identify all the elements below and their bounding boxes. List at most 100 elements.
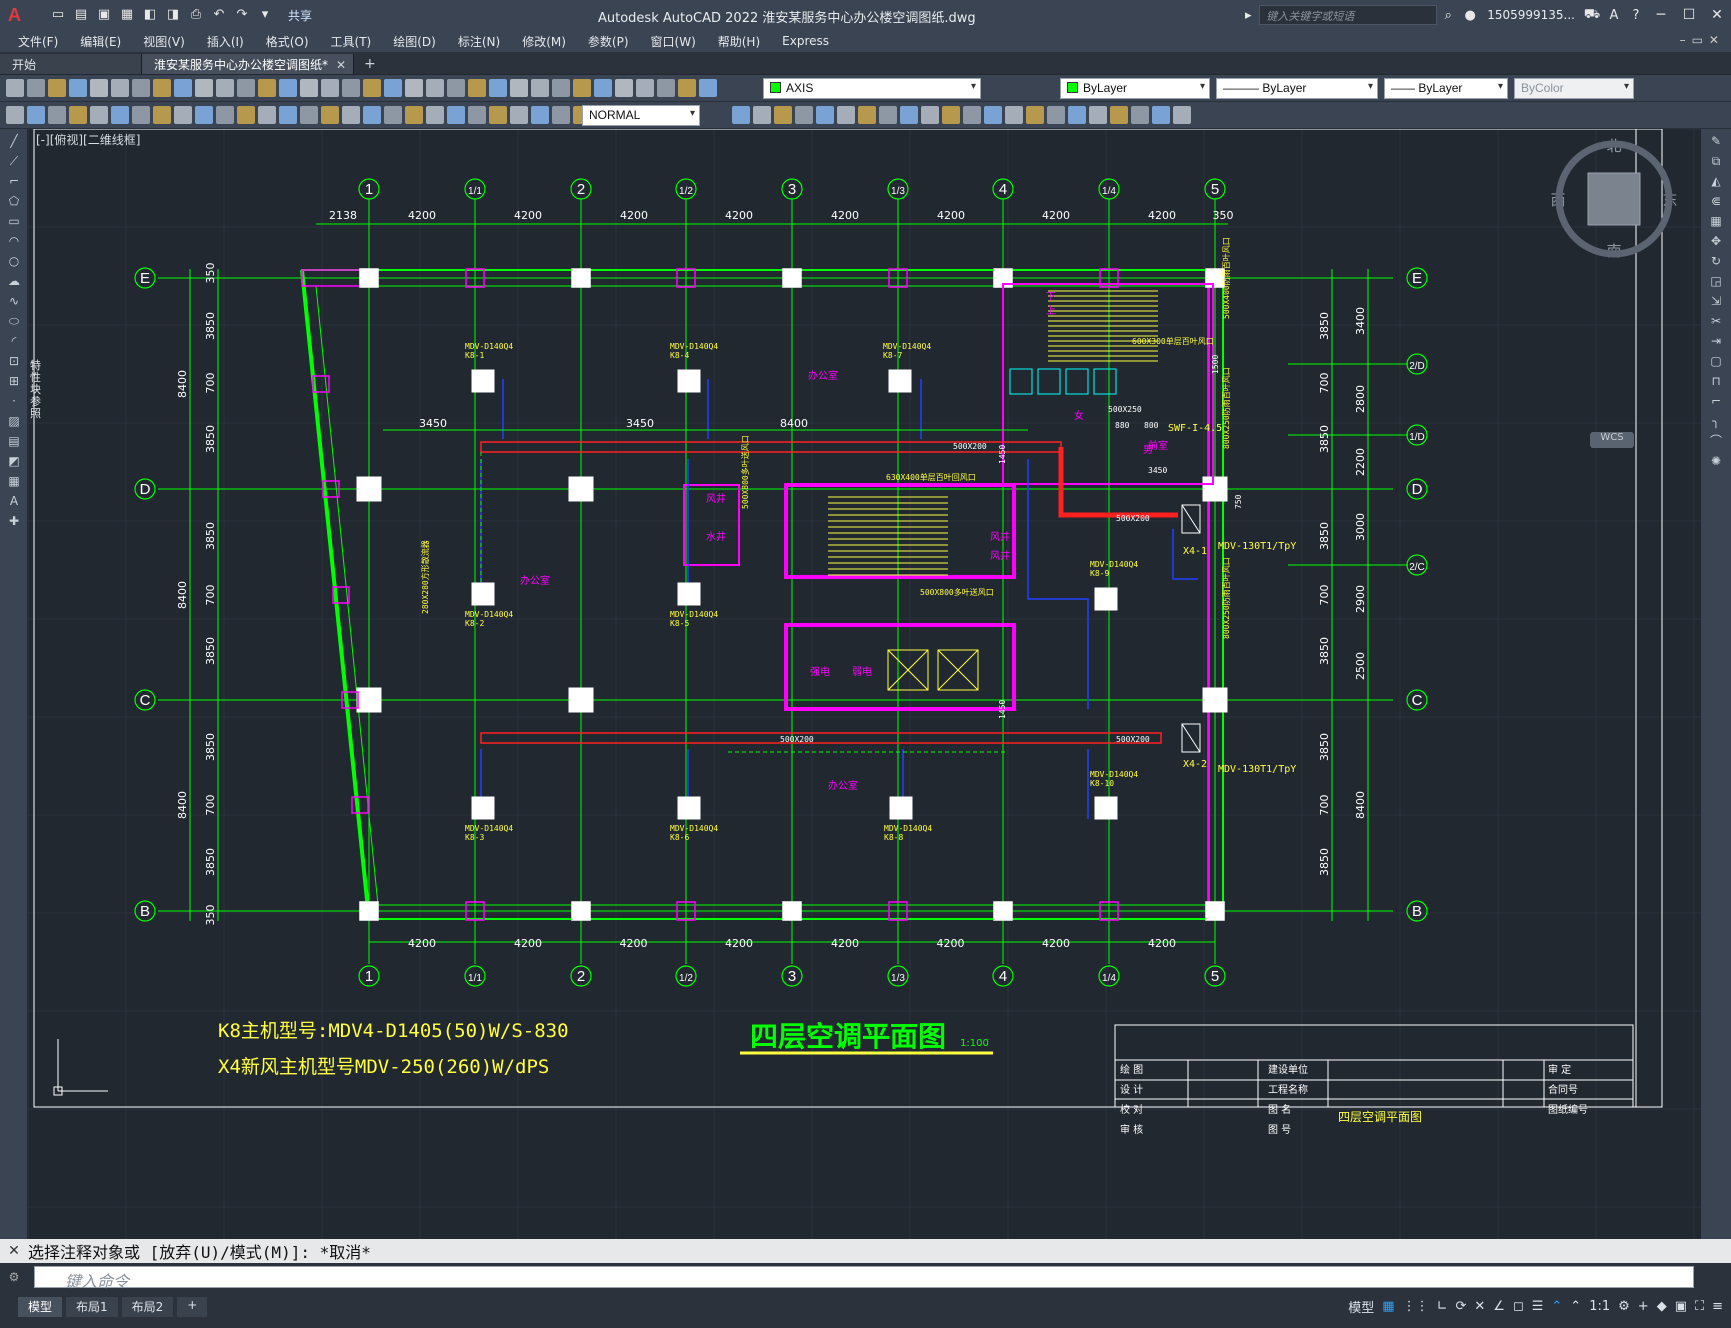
toolbar-tool-icon[interactable]: [531, 79, 549, 97]
toolbar-tool-icon[interactable]: [279, 106, 297, 124]
rotate-icon[interactable]: ↻: [1707, 253, 1725, 269]
close-command-icon[interactable]: ✕: [0, 1243, 28, 1259]
print-icon[interactable]: ⎙: [186, 5, 206, 25]
toolbar-tool-icon[interactable]: [447, 79, 465, 97]
annotation-visibility-icon[interactable]: ⌃: [1551, 1299, 1562, 1314]
model-space-toggle[interactable]: 模型: [1348, 1297, 1374, 1316]
toolbar-tool-icon[interactable]: [837, 106, 855, 124]
plotstyle-dropdown[interactable]: ByColor ▾: [1514, 78, 1634, 99]
close-icon[interactable]: ✕: [1703, 7, 1731, 23]
add-selected-icon[interactable]: ✚: [5, 513, 23, 529]
app-store-icon[interactable]: A: [1603, 8, 1625, 23]
extend-icon[interactable]: ⇥: [1707, 333, 1725, 349]
autocad-logo[interactable]: A: [8, 4, 30, 26]
toolbar-tool-icon[interactable]: [1005, 106, 1023, 124]
toolbar-tool-icon[interactable]: [1047, 106, 1065, 124]
osnap-tracking-icon[interactable]: ∠: [1493, 1299, 1505, 1314]
viewcube-face[interactable]: [1587, 172, 1641, 226]
customize-icon[interactable]: ⚙: [0, 1270, 28, 1284]
text-style-dropdown[interactable]: NORMAL ▾: [582, 105, 700, 126]
toolbar-tool-icon[interactable]: [816, 106, 834, 124]
toolbar-tool-icon[interactable]: [300, 106, 318, 124]
redo-icon[interactable]: ↷: [232, 5, 252, 25]
point-icon[interactable]: ·: [5, 393, 23, 409]
user-icon[interactable]: ●: [1459, 8, 1481, 23]
new-icon[interactable]: ▭: [48, 5, 68, 25]
drawing-window-controls[interactable]: –▭✕: [1680, 33, 1725, 47]
layout-tab-2[interactable]: 布局2: [121, 1297, 174, 1317]
ortho-icon[interactable]: ∟: [1437, 1299, 1448, 1314]
toolbar-tool-icon[interactable]: [174, 79, 192, 97]
osnap-icon[interactable]: ◻: [1513, 1299, 1524, 1314]
erase-icon[interactable]: ✎: [1707, 133, 1725, 149]
toolbar-tool-icon[interactable]: [468, 106, 486, 124]
help-search-input[interactable]: 键入关键字或短语: [1259, 5, 1438, 25]
toolbar-tool-icon[interactable]: [963, 106, 981, 124]
toolbar-tool-icon[interactable]: [531, 106, 549, 124]
hatch-icon[interactable]: ▨: [5, 413, 23, 429]
spline-icon[interactable]: ∿: [5, 293, 23, 309]
explode-icon[interactable]: ✺: [1707, 453, 1725, 469]
viewcube[interactable]: [1555, 140, 1673, 258]
toolbar-tool-icon[interactable]: [279, 79, 297, 97]
grid-icon[interactable]: ▦: [1382, 1299, 1394, 1314]
drawing-canvas[interactable]: 1 1 1/1 1/1 2 2 1/2 1/2 3 3 1/3 1/3 4 4 1/4 1/4 5 5 E E D D C C…: [28, 129, 1701, 1239]
toolbar-tool-icon[interactable]: [174, 106, 192, 124]
make-block-icon[interactable]: ⊞: [5, 373, 23, 389]
toolbar-tool-icon[interactable]: [921, 106, 939, 124]
menu-modify[interactable]: 修改(M): [522, 33, 566, 50]
toolbar-tool-icon[interactable]: [69, 106, 87, 124]
tab-drawing[interactable]: 淮安某服务中心办公楼空调图纸* ✕: [142, 54, 354, 74]
toolbar-tool-icon[interactable]: [426, 106, 444, 124]
insert-block-icon[interactable]: ⊡: [5, 353, 23, 369]
toolbar-tool-icon[interactable]: [258, 106, 276, 124]
customization-icon[interactable]: ≡: [1712, 1299, 1723, 1314]
auto-scale-icon[interactable]: ⌃: [1570, 1299, 1581, 1314]
toolbar-tool-icon[interactable]: [342, 79, 360, 97]
mtext-icon[interactable]: A: [5, 493, 23, 509]
array-icon[interactable]: ▦: [1707, 213, 1725, 229]
add-layout-icon[interactable]: +: [177, 1297, 208, 1317]
layer-dropdown[interactable]: AXIS ▾: [763, 78, 981, 99]
toolbar-tool-icon[interactable]: [48, 79, 66, 97]
menu-parametric[interactable]: 参数(P): [588, 33, 629, 50]
toolbar-tool-icon[interactable]: [384, 79, 402, 97]
toolbar-tool-icon[interactable]: [1089, 106, 1107, 124]
construction-line-icon[interactable]: ⟋: [5, 153, 23, 169]
menu-express[interactable]: Express: [782, 34, 829, 48]
toolbar-tool-icon[interactable]: [300, 79, 318, 97]
viewport-controls[interactable]: [-][俯视][二维线框]: [36, 131, 140, 148]
toolbar-tool-icon[interactable]: [678, 79, 696, 97]
linetype-dropdown[interactable]: ——— ByLayer ▾: [1216, 78, 1378, 99]
toolbar-tool-icon[interactable]: [795, 106, 813, 124]
maximize-icon[interactable]: ☐: [1675, 7, 1703, 23]
toolbar-tool-icon[interactable]: [942, 106, 960, 124]
lineweight-dropdown[interactable]: —— ByLayer ▾: [1384, 78, 1508, 99]
toolbar-tool-icon[interactable]: [510, 79, 528, 97]
toolbar-tool-icon[interactable]: [657, 79, 675, 97]
toolbar-tool-icon[interactable]: [363, 106, 381, 124]
fillet-icon[interactable]: ╮: [1707, 413, 1725, 429]
toolbar-tool-icon[interactable]: [1026, 106, 1044, 124]
toolbar-tool-icon[interactable]: [552, 106, 570, 124]
toolbar-tool-icon[interactable]: [111, 106, 129, 124]
toolbar-tool-icon[interactable]: [858, 106, 876, 124]
menu-view[interactable]: 视图(V): [143, 33, 185, 50]
toolbar-tool-icon[interactable]: [552, 79, 570, 97]
open-icon[interactable]: ▤: [71, 5, 91, 25]
toolbar-tool-icon[interactable]: [153, 79, 171, 97]
blend-icon[interactable]: ⌒: [1707, 433, 1725, 449]
workspace-gear-icon[interactable]: ⚙: [1618, 1299, 1630, 1314]
toolbar-tool-icon[interactable]: [90, 79, 108, 97]
toolbar-tool-icon[interactable]: [27, 79, 45, 97]
ellipse-arc-icon[interactable]: ◜: [5, 333, 23, 349]
color-dropdown[interactable]: ByLayer ▾: [1060, 78, 1210, 99]
toolbar-tool-icon[interactable]: [216, 106, 234, 124]
web-save-icon[interactable]: ◨: [163, 5, 183, 25]
toolbar-tool-icon[interactable]: [447, 106, 465, 124]
toolbar-tool-icon[interactable]: [363, 79, 381, 97]
region-icon[interactable]: ◩: [5, 453, 23, 469]
share-button[interactable]: 共享: [288, 7, 312, 24]
toolbar-tool-icon[interactable]: [615, 79, 633, 97]
layout-tab-1[interactable]: 布局1: [66, 1297, 118, 1317]
